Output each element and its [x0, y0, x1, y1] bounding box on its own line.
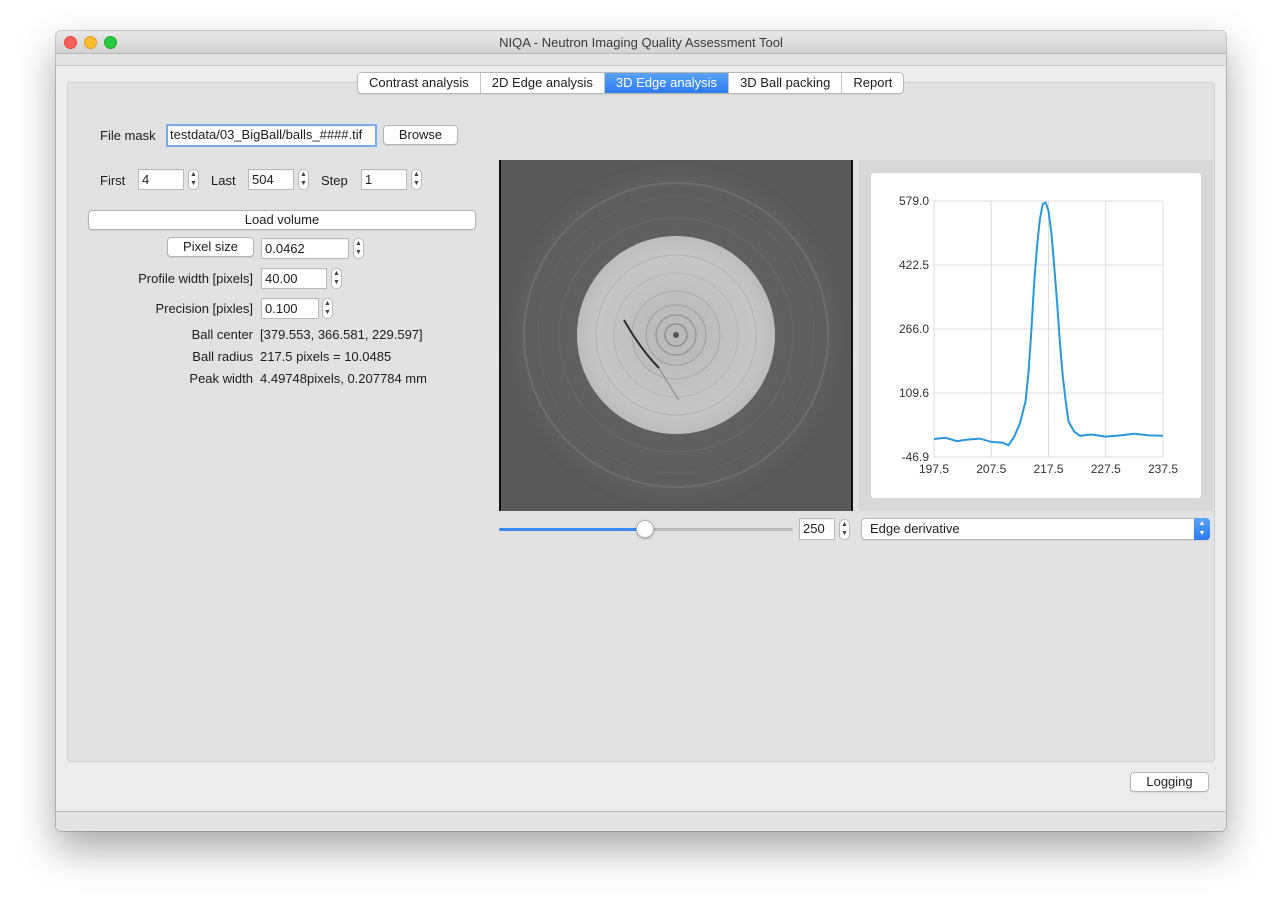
x-tick-label: 237.5 — [1148, 462, 1178, 476]
chevron-up-icon: ▲ — [333, 270, 340, 277]
plot-type-selected: Edge derivative — [870, 521, 960, 536]
chevron-up-icon: ▲ — [324, 300, 331, 307]
y-tick-label: 109.6 — [899, 386, 929, 400]
pixel-size-button[interactable]: Pixel size — [167, 237, 254, 257]
slice-index-stepper[interactable]: ▲ ▼ — [839, 519, 850, 540]
window-title: NIQA - Neutron Imaging Quality Assessmen… — [499, 35, 783, 50]
profile-width-label: Profile width [pixels] — [138, 271, 253, 286]
tab-report[interactable]: Report — [842, 73, 904, 93]
first-label: First — [100, 173, 126, 188]
chevron-down-icon: ▼ — [190, 180, 197, 187]
chevron-down-icon: ▼ — [841, 530, 848, 537]
precision-label: Precision [pixles] — [155, 301, 253, 316]
y-tick-label: 422.5 — [899, 258, 929, 272]
profile-width-input[interactable]: 40.00 — [261, 268, 327, 289]
chevron-up-icon: ▲ — [413, 171, 420, 178]
step-input[interactable]: 1 — [361, 169, 407, 190]
peak-width-value: 4.49748pixels, 0.207784 mm — [260, 371, 427, 386]
chevron-up-icon: ▲ — [300, 171, 307, 178]
last-input[interactable]: 504 — [248, 169, 294, 190]
chevron-updown-icon: ▲ ▼ — [1194, 518, 1210, 540]
step-label: Step — [321, 173, 348, 188]
x-tick-label: 227.5 — [1091, 462, 1121, 476]
precision-stepper[interactable]: ▲ ▼ — [322, 298, 333, 319]
step-stepper[interactable]: ▲ ▼ — [411, 169, 422, 190]
pixel-size-stepper[interactable]: ▲ ▼ — [353, 238, 364, 259]
plot-type-select[interactable]: Edge derivative ▲ ▼ — [861, 518, 1210, 540]
load-volume-button[interactable]: Load volume — [88, 210, 476, 230]
tab-contrast-analysis[interactable]: Contrast analysis — [358, 73, 481, 93]
logging-button[interactable]: Logging — [1130, 772, 1209, 792]
ball-radius-label: Ball radius — [192, 349, 253, 364]
x-tick-label: 217.5 — [1033, 462, 1063, 476]
tab-bar: Contrast analysis 2D Edge analysis 3D Ed… — [357, 72, 905, 94]
chevron-down-icon: ▼ — [300, 180, 307, 187]
toolbar-strip — [56, 54, 1226, 66]
tab-3d-ball-packing[interactable]: 3D Ball packing — [729, 73, 843, 93]
first-input[interactable]: 4 — [138, 169, 184, 190]
chevron-down-icon: ▼ — [324, 309, 331, 316]
chevron-down-icon: ▼ — [355, 249, 362, 256]
ct-slice-image — [501, 160, 851, 511]
chevron-up-icon: ▲ — [841, 521, 848, 528]
chevron-up-icon: ▲ — [355, 240, 362, 247]
slice-slider-handle[interactable] — [635, 520, 654, 538]
y-tick-label: 266.0 — [899, 322, 929, 336]
chevron-up-icon: ▲ — [190, 171, 197, 178]
plot-frame: 197.5 207.5 217.5 227.5 237.5 579.0 422.5 266.0… — [859, 160, 1213, 511]
browse-button[interactable]: Browse — [383, 125, 458, 145]
last-label: Last — [211, 173, 236, 188]
status-strip — [56, 811, 1226, 831]
file-mask-label: File mask — [100, 128, 156, 143]
title-bar: NIQA - Neutron Imaging Quality Assessmen… — [56, 31, 1226, 54]
ball-radius-value: 217.5 pixels = 10.0485 — [260, 349, 392, 364]
tab-2d-edge-analysis[interactable]: 2D Edge analysis — [480, 73, 605, 93]
slice-slider-fill — [499, 528, 645, 531]
ball-center-value: [379.553, 366.581, 229.597] — [260, 327, 423, 342]
app-window: NIQA - Neutron Imaging Quality Assessmen… — [56, 31, 1226, 831]
chart-svg: 197.5 207.5 217.5 227.5 237.5 579.0 422.5 266.0… — [899, 194, 1178, 476]
chevron-down-icon: ▼ — [333, 279, 340, 286]
tab-content-panel: File mask testdata/03_BigBall/balls_####… — [67, 82, 1215, 762]
edge-derivative-plot: 197.5 207.5 217.5 227.5 237.5 579.0 422.5 266.0… — [871, 173, 1201, 498]
precision-input[interactable]: 0.100 — [261, 298, 319, 319]
y-tick-label: -46.9 — [902, 450, 930, 464]
first-stepper[interactable]: ▲ ▼ — [188, 169, 199, 190]
profile-width-stepper[interactable]: ▲ ▼ — [331, 268, 342, 289]
slice-image-view[interactable] — [499, 160, 853, 511]
pixel-size-input[interactable]: 0.0462 — [261, 238, 349, 259]
x-tick-label: 207.5 — [976, 462, 1006, 476]
last-stepper[interactable]: ▲ ▼ — [298, 169, 309, 190]
tab-3d-edge-analysis[interactable]: 3D Edge analysis — [604, 73, 730, 93]
chevron-down-icon: ▼ — [413, 180, 420, 187]
y-tick-label: 579.0 — [899, 194, 929, 208]
x-tick-label: 197.5 — [919, 462, 949, 476]
ball-center-label: Ball center — [191, 327, 253, 342]
slice-index-input[interactable]: 250 — [799, 518, 835, 540]
file-mask-input[interactable]: testdata/03_BigBall/balls_####.tif — [166, 124, 377, 147]
peak-width-label: Peak width — [189, 371, 253, 386]
